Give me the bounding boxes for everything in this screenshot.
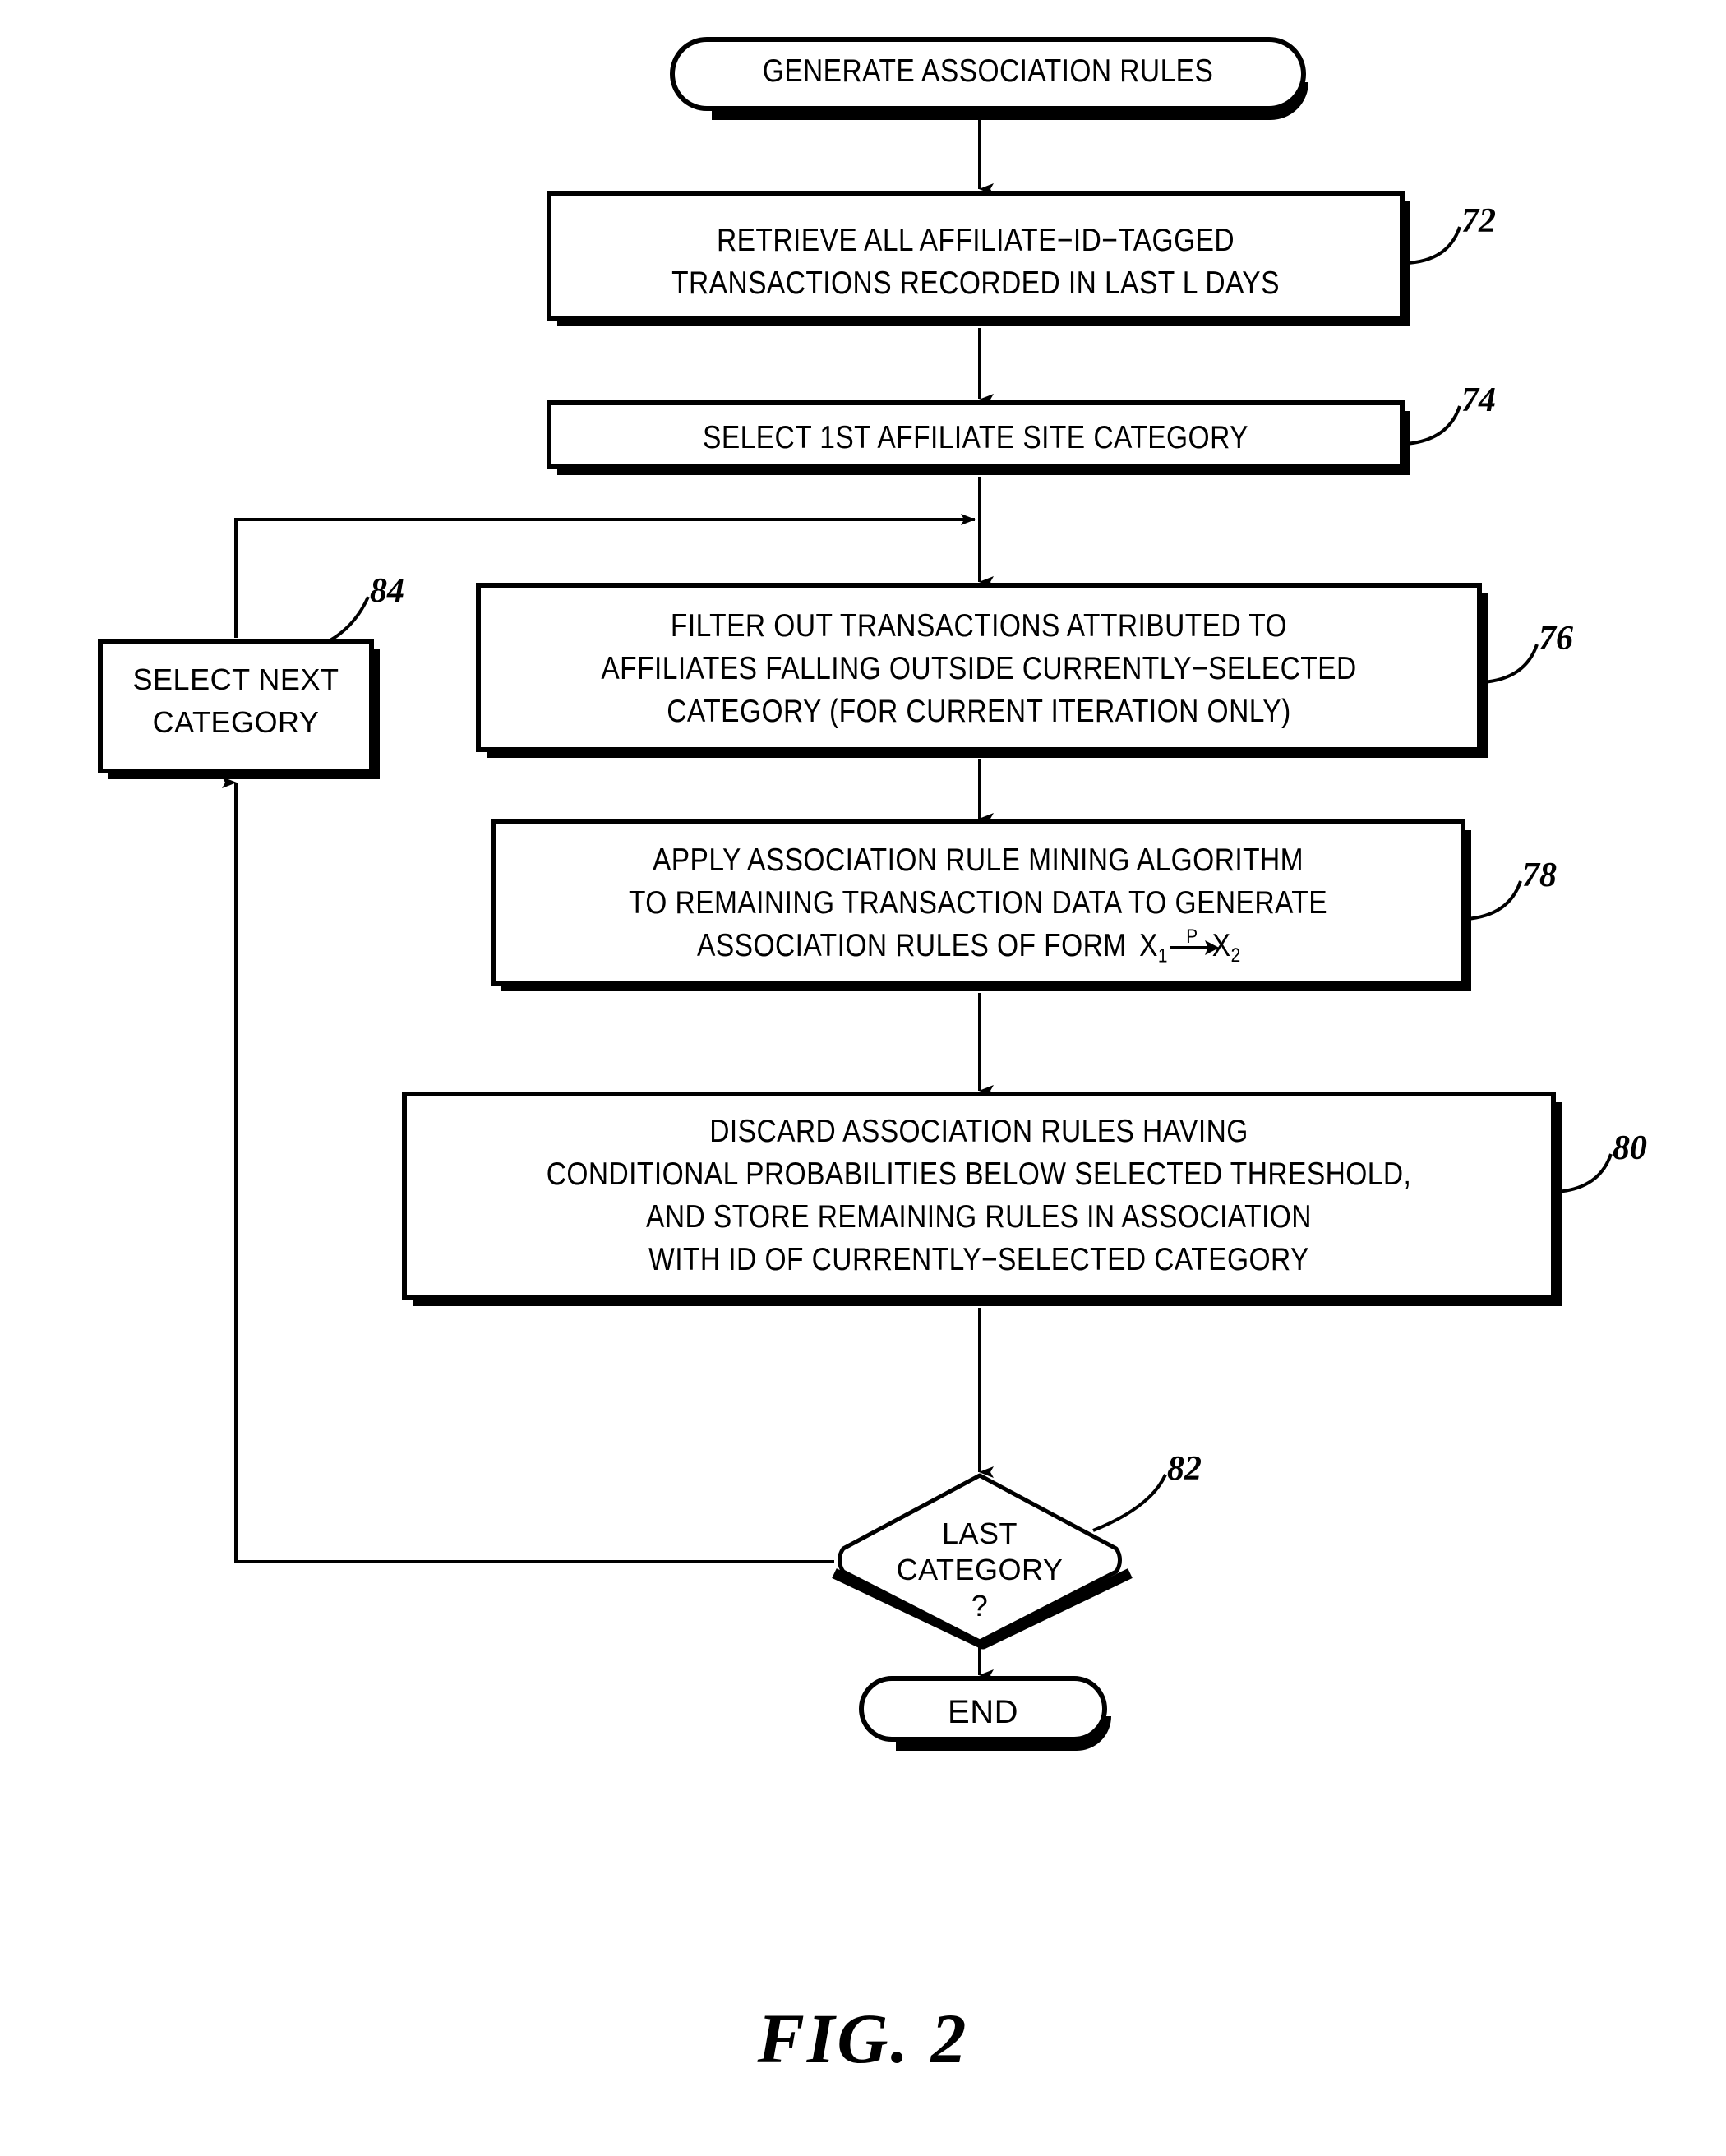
ref-numeral-74: 74: [1461, 381, 1496, 419]
leader-line-78: [1465, 880, 1522, 921]
flowchart-canvas: [98, 37, 1613, 1751]
apply-mining-algorithm-line-2: TO REMAINING TRANSACTION DATA TO GENERAT…: [628, 885, 1328, 921]
filter-transactions-line-2: AFFILIATES FALLING OUTSIDE CURRENTLY−SEL…: [601, 651, 1357, 686]
formula-left-operand: X: [1139, 928, 1158, 963]
select-next-category-line-2: CATEGORY: [152, 705, 320, 739]
filter-transactions-line-3: CATEGORY (FOR CURRENT ITERATION ONLY): [667, 694, 1291, 729]
last-category-decision-line-3: ?: [971, 1589, 989, 1623]
filter-transactions-line-1: FILTER OUT TRANSACTIONS ATTRIBUTED TO: [670, 608, 1288, 644]
select-next-category-line-1: SELECT NEXT: [132, 662, 339, 696]
ref-numeral-76: 76: [1539, 620, 1573, 658]
select-first-category-line-1: SELECT 1ST AFFILIATE SITE CATEGORY: [703, 420, 1248, 455]
end-terminal-label: END: [948, 1694, 1018, 1730]
discard-rules-line-1: DISCARD ASSOCIATION RULES HAVING: [709, 1114, 1248, 1149]
leader-line-72: [1405, 226, 1461, 265]
leader-line-76: [1482, 644, 1539, 684]
apply-mining-algorithm-line-3-text: ASSOCIATION RULES OF FORM: [697, 928, 1127, 963]
ref-numeral-82: 82: [1167, 1450, 1202, 1488]
ref-numeral-84: 84: [370, 572, 404, 610]
discard-rules-line-2: CONDITIONAL PROBABILITIES BELOW SELECTED…: [546, 1156, 1412, 1192]
formula-relation-label: P: [1186, 926, 1198, 948]
apply-mining-algorithm-line-3: ASSOCIATION RULES OF FORM X1 P X2: [561, 926, 1396, 969]
apply-mining-algorithm-line-1: APPLY ASSOCIATION RULE MINING ALGORITHM: [652, 843, 1304, 878]
leader-line-74: [1405, 405, 1461, 446]
discard-rules-line-3: AND STORE REMAINING RULES IN ASSOCIATION: [646, 1199, 1312, 1235]
leader-line-80: [1556, 1153, 1613, 1193]
ref-numeral-72: 72: [1461, 202, 1496, 240]
last-category-decision-line-2: CATEGORY: [896, 1553, 1064, 1586]
leader-line-84: [328, 596, 370, 643]
formula-right-subscript: 2: [1230, 944, 1241, 967]
ref-numeral-78: 78: [1522, 856, 1557, 894]
formula-left-subscript: 1: [1157, 944, 1168, 967]
ref-numeral-80: 80: [1613, 1129, 1647, 1167]
retrieve-transactions-line-2: TRANSACTIONS RECORDED IN LAST L DAYS: [671, 265, 1280, 301]
retrieve-transactions-line-1: RETRIEVE ALL AFFILIATE−ID−TAGGED: [716, 223, 1235, 258]
figure-label: FIG. 2: [757, 1999, 969, 2078]
discard-rules-line-4: WITH ID OF CURRENTLY−SELECTED CATEGORY: [648, 1242, 1309, 1277]
start-terminal-label: GENERATE ASSOCIATION RULES: [762, 53, 1214, 89]
formula-right-operand: X: [1211, 928, 1231, 963]
figure-page: GENERATE ASSOCIATION RULES RETRIEVE ALL …: [0, 0, 1726, 2156]
association-rule-formula: X1 P X2: [1139, 926, 1259, 967]
last-category-decision-line-1: LAST: [941, 1517, 1018, 1550]
